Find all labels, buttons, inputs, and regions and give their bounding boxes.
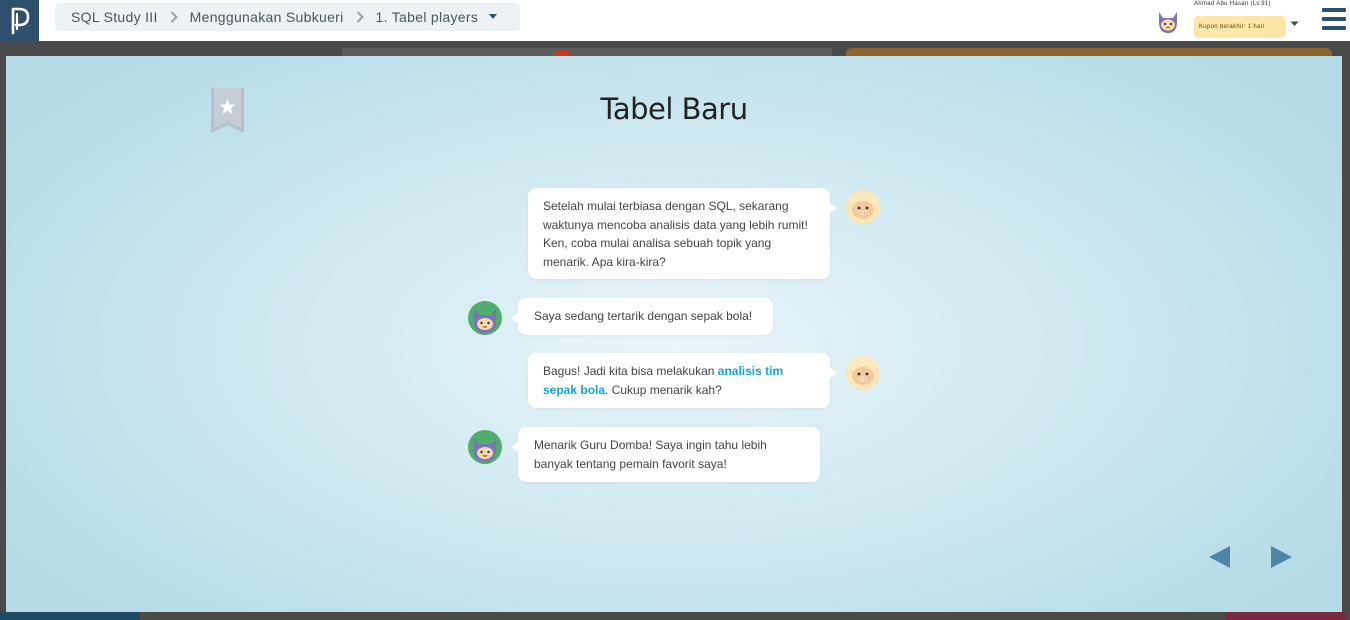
message-text: Bagus! Jadi kita bisa melakukan xyxy=(543,364,718,378)
breadcrumb-lesson[interactable]: 1. Tabel players xyxy=(376,9,479,25)
triangle-left-icon[interactable] xyxy=(1208,545,1232,574)
menu-line xyxy=(1322,26,1346,30)
progate-logo-icon[interactable] xyxy=(0,0,39,41)
coupon-badge: Kupon berakhir: 1 hari xyxy=(1194,16,1286,38)
background-button xyxy=(0,612,140,620)
user-menu[interactable]: Ahmad Abu Hasan (Lv.91) Kupon berakhir: … xyxy=(1152,0,1302,41)
chat-bubble-teacher: Setelah mulai terbiasa dengan SQL, sekar… xyxy=(528,188,837,279)
slide-modal: Tabel Baru Setelah mulai terbiasa dengan… xyxy=(6,56,1342,612)
teacher-avatar-sheep xyxy=(845,355,881,391)
message-text: Menarik Guru Domba! Saya ingin tahu lebi… xyxy=(534,438,767,471)
chevron-right-icon xyxy=(170,11,178,23)
menu-line xyxy=(1322,17,1346,21)
breadcrumb: SQL Study III Menggunakan Subkueri 1. Ta… xyxy=(55,3,520,31)
chevron-right-icon xyxy=(356,11,364,23)
background-button-pink xyxy=(1226,612,1346,620)
slide-title: Tabel Baru xyxy=(600,92,748,126)
teacher-avatar-sheep xyxy=(845,189,881,225)
message-text: . Cukup menarik kah? xyxy=(605,382,722,397)
menu-line xyxy=(1322,8,1346,12)
breadcrumb-chapter[interactable]: Menggunakan Subkueri xyxy=(190,9,344,25)
caret-down-icon[interactable] xyxy=(1290,14,1299,32)
top-bar: SQL Study III Menggunakan Subkueri 1. Ta… xyxy=(0,0,1350,41)
student-avatar-ninja xyxy=(467,300,503,336)
message-text: Saya sedang tertarik dengan sepak bola! xyxy=(534,309,753,323)
user-avatar[interactable] xyxy=(1153,6,1183,36)
caret-down-icon[interactable] xyxy=(488,14,498,20)
user-name: Ahmad Abu Hasan (Lv.91) xyxy=(1194,1,1271,7)
breadcrumb-course[interactable]: SQL Study III xyxy=(71,9,158,25)
message-text: Setelah mulai terbiasa dengan SQL, sekar… xyxy=(543,199,808,269)
hamburger-menu-icon[interactable] xyxy=(1322,8,1346,30)
student-avatar-ninja xyxy=(467,429,503,465)
chat-bubble-teacher: Bagus! Jadi kita bisa melakukan analisis… xyxy=(528,353,837,408)
chat-bubble-student: Menarik Guru Domba! Saya ingin tahu lebi… xyxy=(511,427,820,482)
triangle-right-icon[interactable] xyxy=(1270,545,1294,574)
chat-bubble-student: Saya sedang tertarik dengan sepak bola! xyxy=(511,298,773,335)
